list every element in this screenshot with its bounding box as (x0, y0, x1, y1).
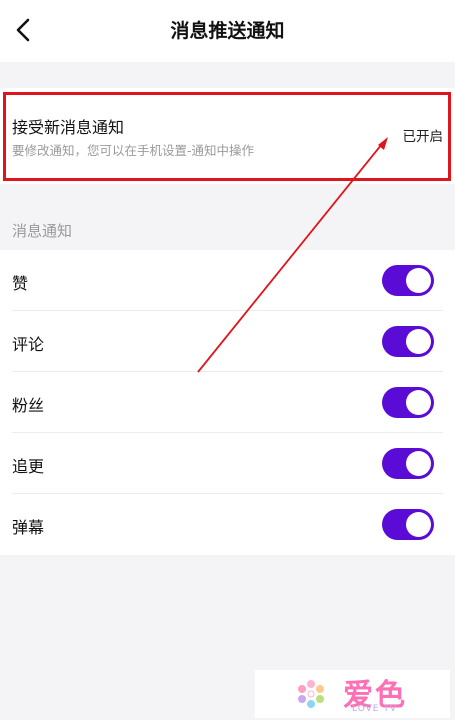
toggle-knob (406, 329, 431, 354)
likes-toggle[interactable] (382, 265, 434, 296)
toggle-knob (406, 268, 431, 293)
toggle-knob (406, 390, 431, 415)
list-item-label: 评论 (12, 335, 45, 354)
comments-toggle[interactable] (382, 326, 434, 357)
nav-bar: 消息推送通知 (0, 0, 455, 62)
watermark-subtitle: LOVE TV (352, 704, 397, 714)
receive-notifications-row[interactable]: 接受新消息通知 要修改通知，您可以在手机设置-通知中操作 已开启 (0, 88, 455, 184)
list-item-comments: 评论 (0, 311, 455, 372)
follow-updates-toggle[interactable] (382, 448, 434, 479)
watermark-logo: 爱色 LOVE TV (255, 670, 450, 718)
list-item-follow-updates: 追更 (0, 433, 455, 494)
notification-list: 赞 评论 粉丝 追更 弹幕 (0, 250, 455, 555)
toggle-knob (406, 512, 431, 537)
danmaku-toggle[interactable] (382, 509, 434, 540)
list-item-likes: 赞 (0, 250, 455, 311)
toggle-knob (406, 451, 431, 476)
section-label: 消息通知 (12, 222, 73, 240)
receive-notifications-title: 接受新消息通知 (12, 118, 125, 137)
list-item-fans: 粉丝 (0, 372, 455, 433)
list-item-label: 弹幕 (12, 518, 45, 537)
receive-notifications-status[interactable]: 已开启 (403, 125, 444, 145)
fans-toggle[interactable] (382, 387, 434, 418)
list-item-label: 赞 (12, 274, 29, 293)
list-item-danmaku: 弹幕 (0, 494, 455, 555)
list-item-label: 追更 (12, 457, 45, 476)
receive-notifications-subtitle: 要修改通知，您可以在手机设置-通知中操作 (12, 143, 255, 158)
flower-logo-icon (298, 680, 324, 708)
list-item-label: 粉丝 (12, 396, 45, 415)
page-title: 消息推送通知 (170, 20, 285, 42)
